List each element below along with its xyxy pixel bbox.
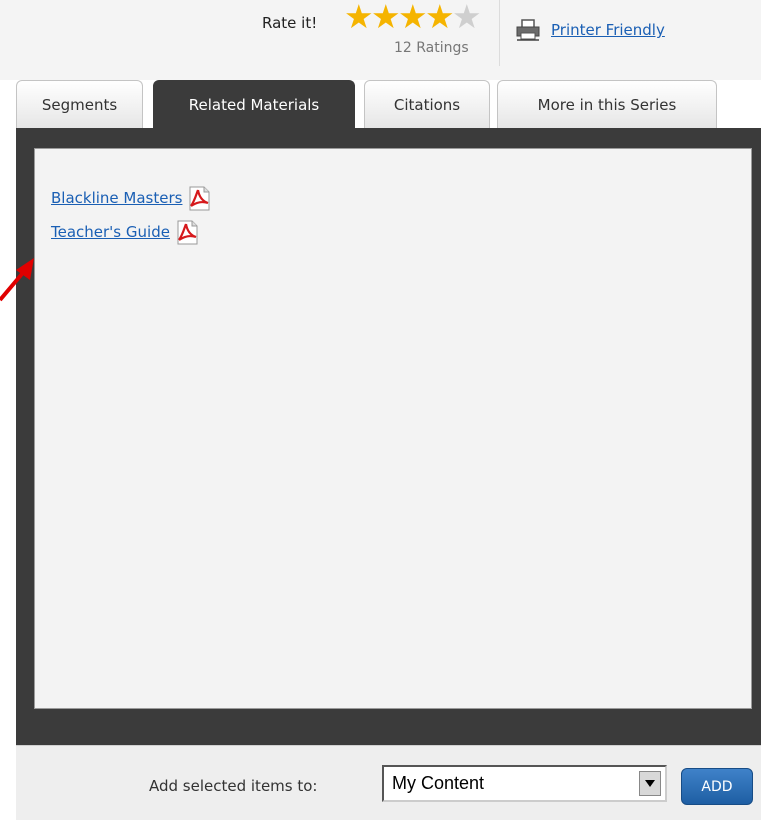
materials-list: Blackline Masters Teacher's Guide [51, 181, 212, 249]
divider [499, 0, 500, 66]
printer-icon[interactable] [515, 19, 541, 41]
tab-more-in-series[interactable]: More in this Series [497, 80, 717, 128]
list-item: Teacher's Guide [51, 215, 212, 249]
destination-select[interactable]: My Content [382, 765, 667, 802]
star-icon[interactable]: ★ [452, 0, 482, 33]
pdf-icon[interactable] [175, 220, 200, 245]
printer-friendly[interactable]: Printer Friendly [515, 19, 665, 41]
tab-bar: Segments Related Materials Citations Mor… [0, 80, 761, 128]
list-item: Blackline Masters [51, 181, 212, 215]
select-value: My Content [392, 773, 485, 793]
star-icon[interactable]: ★ [344, 0, 374, 33]
annotation-arrow-icon [0, 258, 34, 302]
rating-bar: Rate it! ★ ★ ★ ★ ★ 12 Ratings Printer Fr… [0, 0, 761, 80]
rate-it-label: Rate it! [262, 14, 318, 32]
related-materials-content: Blackline Masters Teacher's Guide [34, 148, 752, 709]
star-icon[interactable]: ★ [425, 0, 455, 33]
star-rating[interactable]: ★ ★ ★ ★ ★ [344, 0, 482, 33]
blackline-masters-link[interactable]: Blackline Masters [51, 189, 182, 207]
printer-friendly-link[interactable]: Printer Friendly [551, 21, 665, 39]
tab-citations[interactable]: Citations [364, 80, 490, 128]
ratings-count: 12 Ratings [394, 40, 469, 56]
star-icon[interactable]: ★ [371, 0, 401, 33]
pdf-icon[interactable] [187, 186, 212, 211]
tab-related-materials[interactable]: Related Materials [153, 80, 355, 128]
add-selected-label: Add selected items to: [149, 777, 318, 795]
star-icon[interactable]: ★ [398, 0, 428, 33]
tab-segments[interactable]: Segments [16, 80, 143, 128]
add-button[interactable]: ADD [681, 768, 753, 805]
teachers-guide-link[interactable]: Teacher's Guide [51, 223, 170, 241]
dropdown-arrow-icon[interactable] [639, 771, 661, 796]
